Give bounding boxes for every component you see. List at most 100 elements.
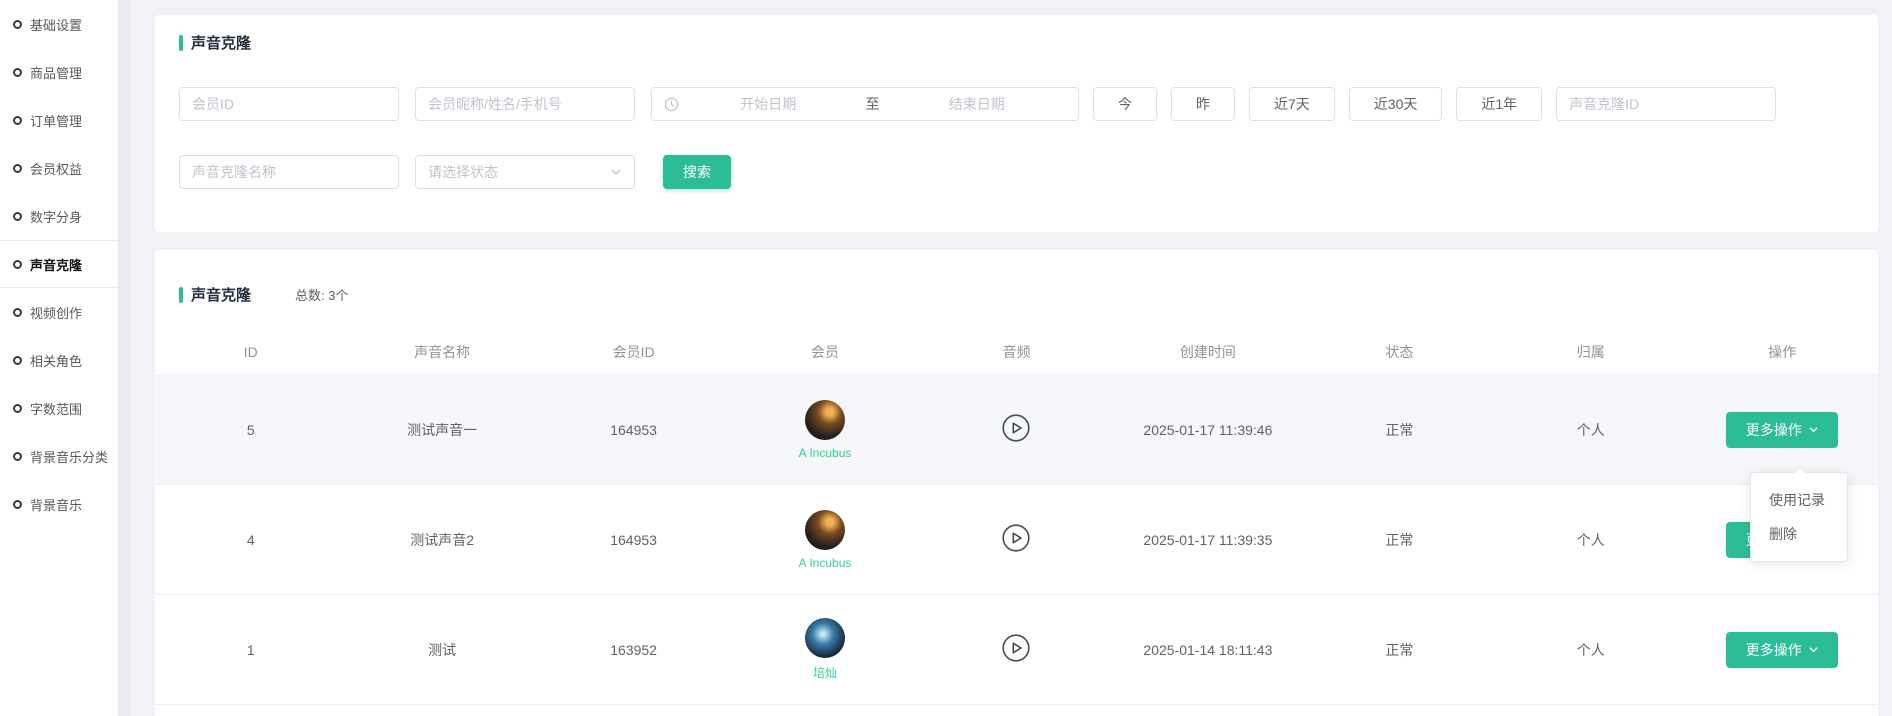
column-header-owner: 归属	[1495, 342, 1686, 362]
more-actions-label: 更多操作	[1746, 640, 1802, 660]
cell-created-time: 2025-01-14 18:11:43	[1112, 642, 1303, 658]
play-circle-icon	[1001, 413, 1031, 443]
date-start-placeholder[interactable]: 开始日期	[679, 94, 858, 114]
sidebar-item-label: 数字分身	[30, 207, 82, 226]
member-avatar	[805, 618, 845, 658]
cell-member: 培灿	[729, 618, 920, 681]
circle-icon	[13, 500, 22, 509]
circle-icon	[13, 20, 22, 29]
filter-panel: 声音克隆 开始日期 至 结束日期 今 昨 近7天 近30天 近1年 请选择状态 …	[155, 15, 1878, 232]
sidebar-item-label: 相关角色	[30, 351, 82, 370]
sidebar-item-voice-clone[interactable]: 声音克隆	[0, 240, 118, 288]
cell-created-time: 2025-01-17 11:39:46	[1112, 422, 1303, 438]
filter-row-1: 开始日期 至 结束日期 今 昨 近7天 近30天 近1年	[179, 87, 1792, 121]
circle-icon	[13, 404, 22, 413]
sidebar-item-digital-avatar[interactable]: 数字分身	[0, 192, 118, 240]
total-count-label: 总数: 3个	[295, 285, 348, 304]
cell-owner: 个人	[1495, 420, 1686, 440]
column-header-audio: 音频	[921, 342, 1112, 362]
quick-range-1year-button[interactable]: 近1年	[1456, 87, 1542, 121]
sidebar-item-label: 基础设置	[30, 15, 82, 34]
play-circle-icon	[1001, 523, 1031, 553]
sidebar-item-label: 背景音乐	[30, 495, 82, 514]
dropdown-item-usage-records[interactable]: 使用记录	[1751, 483, 1847, 517]
sidebar-item-label: 会员权益	[30, 159, 82, 178]
cell-id: 5	[155, 422, 346, 438]
member-id-input[interactable]	[179, 87, 399, 121]
cell-id: 4	[155, 532, 346, 548]
cell-actions: 更多操作	[1687, 412, 1878, 448]
play-audio-button[interactable]	[1001, 413, 1031, 443]
voice-clone-name-input[interactable]	[179, 155, 399, 189]
filter-row-2: 请选择状态 搜索	[179, 155, 731, 189]
date-range-picker[interactable]: 开始日期 至 结束日期	[651, 87, 1079, 121]
filter-panel-title: 声音克隆	[191, 32, 251, 53]
sidebar-item-basic-settings[interactable]: 基础设置	[0, 0, 118, 48]
quick-range-7days-button[interactable]: 近7天	[1249, 87, 1335, 121]
sidebar-item-video-creation[interactable]: 视频创作	[0, 288, 118, 336]
search-button[interactable]: 搜索	[663, 155, 731, 189]
filter-panel-header: 声音克隆	[179, 32, 251, 53]
sidebar-item-label: 订单管理	[30, 111, 82, 130]
more-actions-dropdown-menu: 使用记录 删除	[1750, 472, 1848, 562]
circle-icon	[13, 308, 22, 317]
sidebar-item-label: 视频创作	[30, 303, 82, 322]
circle-icon	[13, 260, 22, 269]
cell-member-id: 164953	[538, 422, 729, 438]
column-header-actions: 操作	[1687, 342, 1878, 362]
more-actions-button[interactable]: 更多操作	[1726, 632, 1838, 668]
more-actions-button[interactable]: 更多操作	[1726, 412, 1838, 448]
cell-id: 1	[155, 642, 346, 658]
member-name-link[interactable]: A Incubus	[799, 556, 852, 570]
table-header-row: ID 声音名称 会员ID 会员 音频 创建时间 状态 归属 操作	[155, 330, 1878, 375]
table-row: 5 测试声音一 164953 A Incubus 2025-01-17 11:3…	[155, 375, 1878, 485]
sidebar-item-member-benefits[interactable]: 会员权益	[0, 144, 118, 192]
circle-icon	[13, 452, 22, 461]
member-name-input[interactable]	[415, 87, 635, 121]
status-select-placeholder: 请选择状态	[428, 162, 498, 182]
quick-range-yesterday-button[interactable]: 昨	[1171, 87, 1235, 121]
status-select[interactable]: 请选择状态	[415, 155, 635, 189]
cell-audio	[921, 633, 1112, 666]
sidebar-item-bgm[interactable]: 背景音乐	[0, 480, 118, 528]
member-avatar	[805, 510, 845, 550]
circle-icon	[13, 212, 22, 221]
play-audio-button[interactable]	[1001, 523, 1031, 553]
table-row: 4 测试声音2 164953 A Incubus 2025-01-17 11:3…	[155, 485, 1878, 595]
cell-audio	[921, 413, 1112, 446]
cell-status: 正常	[1304, 640, 1495, 660]
clock-icon	[664, 97, 679, 112]
sidebar-scrollbar[interactable]	[118, 0, 131, 716]
member-name-link[interactable]: 培灿	[813, 664, 837, 681]
title-accent-bar	[179, 35, 183, 51]
table-panel-title: 声音克隆	[191, 284, 251, 305]
cell-owner: 个人	[1495, 640, 1686, 660]
date-separator: 至	[858, 94, 888, 114]
voice-clone-table: ID 声音名称 会员ID 会员 音频 创建时间 状态 归属 操作 5 测试声音一…	[155, 330, 1878, 705]
sidebar-item-word-count-range[interactable]: 字数范围	[0, 384, 118, 432]
member-avatar	[805, 400, 845, 440]
member-name-link[interactable]: A Incubus	[799, 446, 852, 460]
sidebar-item-order-management[interactable]: 订单管理	[0, 96, 118, 144]
date-end-placeholder[interactable]: 结束日期	[888, 94, 1067, 114]
quick-range-today-button[interactable]: 今	[1093, 87, 1157, 121]
play-circle-icon	[1001, 633, 1031, 663]
sidebar-item-label: 声音克隆	[30, 255, 82, 274]
quick-range-30days-button[interactable]: 近30天	[1349, 87, 1443, 121]
sidebar-item-related-roles[interactable]: 相关角色	[0, 336, 118, 384]
sidebar-item-bgm-category[interactable]: 背景音乐分类	[0, 432, 118, 480]
cell-status: 正常	[1304, 420, 1495, 440]
cell-audio	[921, 523, 1112, 556]
column-header-created-time: 创建时间	[1112, 342, 1303, 362]
circle-icon	[13, 164, 22, 173]
voice-clone-id-input[interactable]	[1556, 87, 1776, 121]
dropdown-item-delete[interactable]: 删除	[1751, 517, 1847, 551]
chevron-down-icon	[610, 166, 622, 178]
more-actions-label: 更多操作	[1746, 420, 1802, 440]
sidebar-item-product-management[interactable]: 商品管理	[0, 48, 118, 96]
play-audio-button[interactable]	[1001, 633, 1031, 663]
cell-member-id: 163952	[538, 642, 729, 658]
cell-created-time: 2025-01-17 11:39:35	[1112, 532, 1303, 548]
column-header-status: 状态	[1304, 342, 1495, 362]
cell-status: 正常	[1304, 530, 1495, 550]
